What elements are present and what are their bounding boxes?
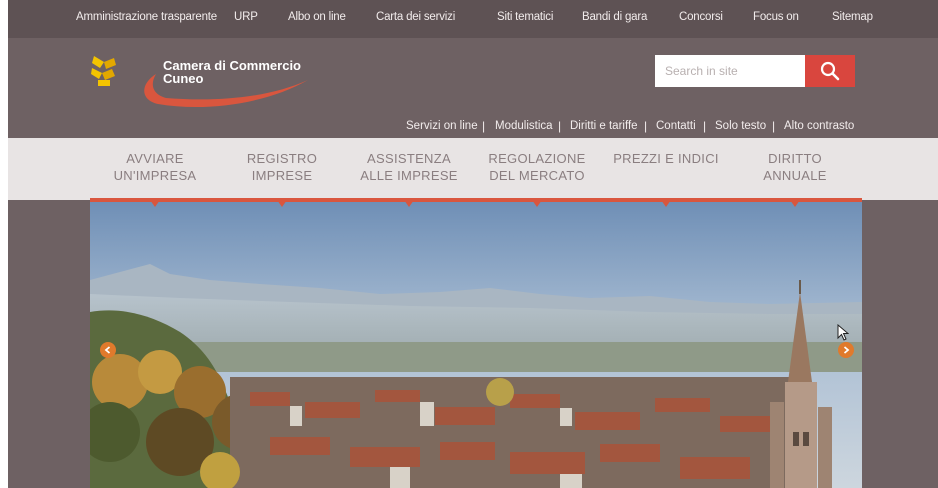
page-frame: Amministrazione trasparente URP Albo on …: [8, 0, 938, 488]
top-link-siti-tematici[interactable]: Siti tematici: [497, 11, 553, 23]
separator: |: [703, 119, 707, 133]
secondary-link-diritti[interactable]: Diritti e tariffe: [570, 120, 638, 132]
nav-marker: [404, 200, 414, 207]
separator: |: [558, 119, 562, 133]
search-input[interactable]: [655, 55, 805, 87]
nav-item-prezzi-indici[interactable]: PREZZI E INDICI: [606, 150, 726, 167]
logo-swoosh-graphic: [144, 74, 308, 107]
arrow-right-icon: [843, 346, 850, 354]
nav-marker: [790, 200, 800, 207]
secondary-link-alto-contrasto[interactable]: Alto contrasto: [784, 120, 854, 132]
nav-item-regolazione-mercato[interactable]: REGOLAZIONE DEL MERCATO: [477, 150, 597, 184]
nav-marker: [661, 200, 671, 207]
nav-item-label: DEL MERCATO: [489, 168, 585, 183]
main-nav: AVVIARE UN'IMPRESA REGISTRO IMPRESE ASSI…: [8, 138, 938, 200]
top-utility-bar: Amministrazione trasparente URP Albo on …: [8, 0, 938, 38]
slider-next-button[interactable]: [838, 342, 854, 358]
nav-item-diritto-annuale[interactable]: DIRITTO ANNUALE: [735, 150, 855, 184]
top-link-urp[interactable]: URP: [234, 11, 258, 23]
top-link-carta-servizi[interactable]: Carta dei servizi: [376, 11, 455, 23]
top-link-albo[interactable]: Albo on line: [288, 11, 346, 23]
nav-marker: [150, 200, 160, 207]
separator: |: [482, 119, 486, 133]
separator: |: [644, 119, 648, 133]
top-link-sitemap[interactable]: Sitemap: [832, 11, 873, 23]
arrow-left-icon: [104, 346, 111, 354]
nav-item-registro-imprese[interactable]: REGISTRO IMPRESE: [222, 150, 342, 184]
nav-item-label: PREZZI E INDICI: [613, 151, 719, 166]
nav-item-label: AVVIARE: [126, 151, 184, 166]
top-link-focus-on[interactable]: Focus on: [753, 11, 799, 23]
nav-item-label: UN'IMPRESA: [113, 168, 197, 183]
slider-prev-button[interactable]: [100, 342, 116, 358]
nav-item-label: REGISTRO: [246, 151, 318, 166]
secondary-link-servizi[interactable]: Servizi on line: [406, 120, 478, 132]
nav-accent-line: [90, 198, 862, 202]
nav-marker: [532, 200, 542, 207]
nav-item-assistenza-imprese[interactable]: ASSISTENZA ALLE IMPRESE: [349, 150, 469, 184]
secondary-link-contatti[interactable]: Contatti: [656, 120, 696, 132]
chamber-of-commerce-logo-icon: [91, 56, 116, 86]
nav-item-avviare-impresa[interactable]: AVVIARE UN'IMPRESA: [95, 150, 215, 184]
top-link-concorsi[interactable]: Concorsi: [679, 11, 723, 23]
search-icon: [820, 61, 840, 81]
top-link-bandi-gara[interactable]: Bandi di gara: [582, 11, 647, 23]
secondary-link-solo-testo[interactable]: Solo testo: [715, 120, 766, 132]
search-button[interactable]: [805, 55, 855, 87]
top-link-amministrazione[interactable]: Amministrazione trasparente: [76, 11, 217, 23]
nav-item-label: ASSISTENZA: [367, 151, 451, 166]
nav-item-label: IMPRESE: [251, 168, 313, 183]
nav-item-label: REGOLAZIONE: [488, 151, 586, 166]
hero-image-cuneo-panorama: [90, 202, 862, 488]
secondary-link-modulistica[interactable]: Modulistica: [495, 120, 553, 132]
hero-slider[interactable]: [90, 202, 862, 488]
nav-item-label: ANNUALE: [763, 168, 827, 183]
nav-marker: [277, 200, 287, 207]
separator: |: [772, 119, 776, 133]
mouse-cursor-icon: [837, 324, 849, 341]
nav-item-label: ALLE IMPRESE: [360, 168, 458, 183]
nav-item-label: DIRITTO: [768, 151, 822, 166]
